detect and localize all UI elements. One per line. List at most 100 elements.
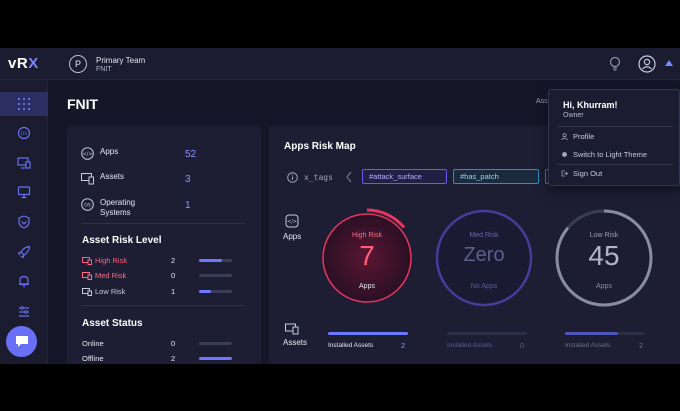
chat-bubble-icon (15, 336, 28, 347)
svg-text:OS: OS (84, 202, 91, 208)
desktop-icon (17, 186, 31, 199)
shield-icon (18, 215, 30, 229)
risk-bar-med (199, 274, 232, 277)
risk-bar-low-fill (199, 290, 211, 293)
info-icon[interactable] (287, 172, 298, 183)
ring-low-sub: Apps (596, 283, 612, 290)
monitor-icon (17, 157, 31, 169)
asset-label-med: Installed Assets (447, 342, 493, 349)
user-greeting: Hi, Khurram! (563, 100, 618, 110)
user-avatar-icon[interactable] (638, 55, 656, 73)
devices-icon (82, 288, 92, 296)
asset-bar-low-fill (565, 332, 618, 335)
user-role: Owner (563, 112, 584, 119)
ring-high-value: 7 (359, 240, 375, 271)
app-frame: vRX P Primary Team FNIT OS FNIT Ass </> … (0, 48, 680, 364)
sidebar-item-os[interactable]: OS (0, 121, 48, 145)
asset-bar-high-fill (328, 332, 408, 335)
os-icon: OS (81, 198, 94, 211)
risk-map-title: Apps Risk Map (284, 141, 356, 152)
menu-item-theme[interactable]: Switch to Light Theme (561, 149, 671, 161)
rocket-icon (17, 245, 31, 259)
sidebar-item-notifications[interactable] (0, 269, 48, 293)
caret-up-icon[interactable] (665, 60, 673, 66)
sign-out-icon (561, 170, 568, 177)
lightbulb-icon[interactable] (608, 56, 622, 72)
chevron-left-icon[interactable] (345, 171, 353, 183)
team-subtitle: FNIT (96, 66, 112, 73)
sidebar-item-dashboard[interactable] (0, 92, 48, 116)
computer-icon (81, 173, 94, 185)
assets-hint: Ass (536, 98, 548, 105)
status-bar-online (199, 342, 232, 345)
asset-bar-low (565, 332, 645, 335)
ring-med-sub: No Apps (470, 283, 498, 290)
user-menu: Hi, Khurram! Owner Profile Switch to Lig… (548, 89, 680, 186)
team-name[interactable]: Primary Team (96, 56, 145, 65)
sun-icon (562, 152, 567, 157)
divider (81, 305, 245, 306)
apps-count: 52 (185, 149, 197, 160)
ring-low-value: 45 (588, 240, 620, 271)
computer-icon (285, 323, 299, 335)
risk-row-low[interactable]: Low Risk 1 (82, 287, 242, 299)
devices-icon (82, 272, 92, 280)
status-bar-offline-fill (199, 357, 232, 360)
team-avatar[interactable]: P (69, 55, 87, 73)
divider (557, 164, 673, 165)
row-label-assets: Assets (283, 338, 308, 347)
ring-med-value: Zero (463, 244, 505, 266)
user-icon (561, 133, 568, 140)
code-icon: </> (81, 147, 94, 160)
top-bar: vRX P Primary Team FNIT (0, 48, 680, 80)
asset-label-low: Installed Assets (565, 342, 611, 349)
asset-risk-title: Asset Risk Level (82, 235, 162, 246)
status-row-online[interactable]: Online 0 (82, 339, 242, 351)
asset-value-high: 2 (401, 341, 406, 350)
grid-icon (18, 98, 30, 110)
ring-high-label: High Risk (352, 232, 382, 239)
svg-text:</>: </> (82, 152, 92, 158)
row-label-apps: Apps (283, 232, 302, 241)
summary-assets[interactable]: Assets 3 (81, 169, 251, 189)
svg-text:</>: </> (287, 219, 297, 225)
asset-label-high: Installed Assets (328, 342, 374, 349)
divider (81, 223, 245, 224)
ring-high-sub: Apps (359, 283, 375, 290)
page-title: FNIT (67, 96, 99, 112)
bell-icon (19, 275, 29, 288)
devices-icon (82, 257, 92, 265)
summary-os[interactable]: OS Operating Systems 1 (81, 195, 251, 219)
summary-card: </> Apps 52 Assets 3 OS Operating System… (67, 126, 261, 364)
sidebar-item-security[interactable] (0, 210, 48, 234)
sidebar-item-assets[interactable] (0, 151, 48, 175)
risk-bar-high-fill (199, 259, 223, 262)
asset-bar-high (328, 332, 408, 335)
ring-med-label: Med Risk (469, 232, 499, 239)
status-bar-offline (199, 357, 232, 360)
status-row-offline[interactable]: Offline 2 (82, 354, 242, 364)
menu-item-signout[interactable]: Sign Out (561, 168, 671, 180)
asset-value-low: 2 (639, 341, 644, 350)
summary-apps[interactable]: </> Apps 52 (81, 144, 251, 164)
sidebar-item-deploy[interactable] (0, 240, 48, 264)
chat-button[interactable] (6, 326, 37, 357)
sidebar: OS (0, 80, 48, 364)
risk-bar-low (199, 290, 232, 293)
asset-value-med: 0 (520, 341, 525, 350)
ring-low-label: Low Risk (589, 232, 619, 239)
logo[interactable]: vRX (8, 55, 39, 72)
code-icon: </> (285, 214, 299, 228)
assets-count: 3 (185, 174, 191, 185)
sidebar-item-settings[interactable] (0, 299, 48, 323)
menu-item-profile[interactable]: Profile (561, 131, 671, 143)
risk-row-med[interactable]: Med Risk 0 (82, 271, 242, 283)
os-count: 1 (185, 200, 191, 211)
tag-attack-surface[interactable]: #attack_surface (362, 169, 447, 184)
divider (557, 126, 673, 127)
tags-label: x_tags (304, 173, 333, 182)
os-icon: OS (17, 126, 31, 140)
risk-row-high[interactable]: High Risk 2 (82, 256, 242, 268)
tag-has-patch[interactable]: #has_patch (453, 169, 539, 184)
sidebar-item-desktop[interactable] (0, 180, 48, 204)
